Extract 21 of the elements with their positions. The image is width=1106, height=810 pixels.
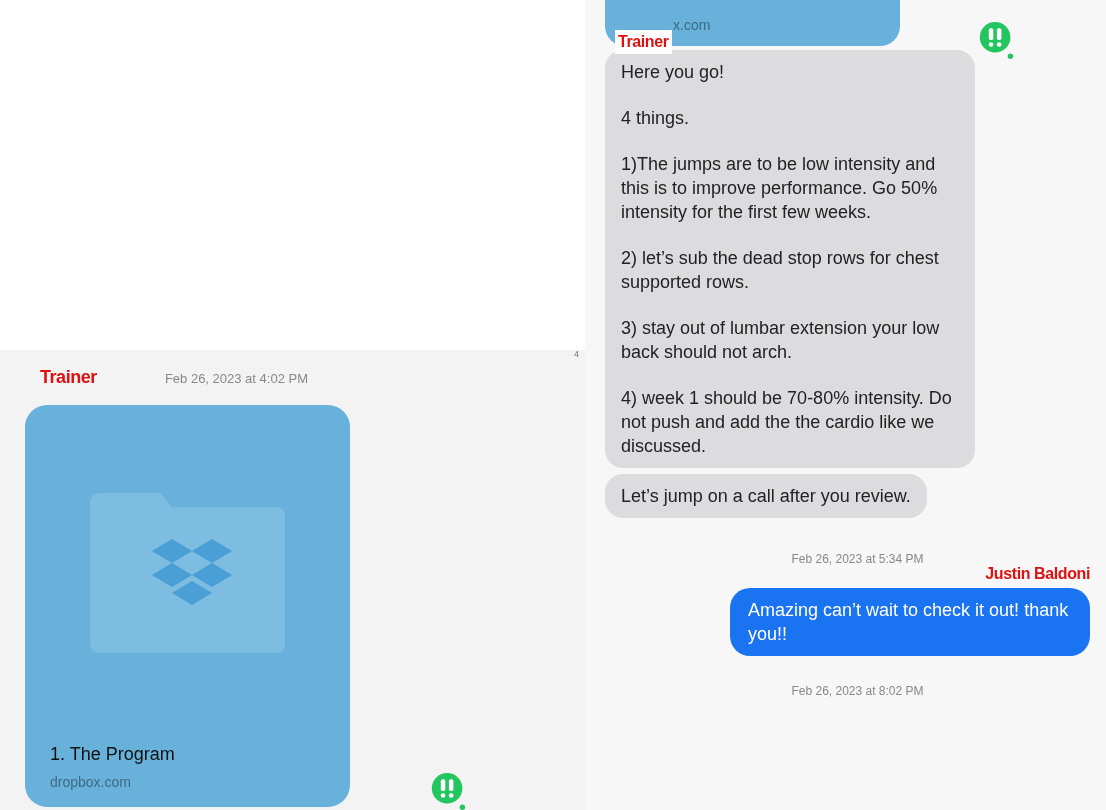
message-text: 3) stay out of lumbar extension your low back should not arch. [621,317,941,364]
message-text: 1)The jumps are to be low intensity and this is to improve performance. Go 50% intensity for the first few weeks. [621,153,939,224]
message-text: Here you go! [621,61,726,84]
folder-logo-icon [90,493,285,653]
exclamation-bubble-icon [978,20,1014,60]
timestamp: Feb 26, 2023 at 4:02 PM [164,370,308,388]
message-text: Amazing can’t wait to check it out! thank you!! [748,599,1070,646]
sender-label: Trainer [615,30,672,54]
message-text: 4) week 1 should be 70-80% intensity. Do not push and add the the cardio like we discussed. [621,387,953,458]
sender-label: Trainer [40,366,97,389]
message-text: 2) let’s sub the dead stop rows for chest supported rows. [621,247,940,294]
timestamp: Feb 26, 2023 at 8:02 PM [791,683,924,700]
page-mark: 4 [574,348,579,361]
link-card[interactable]: 1. The Program dropbox.com [25,405,350,807]
message-text: 4 things. [621,107,691,130]
timestamp: Feb 26, 2023 at 5:34 PM [791,551,924,568]
message-text: Let’s jump on a call after you review. [621,485,911,508]
link-domain: x.com [673,16,711,35]
link-title: 1. The Program [50,743,176,766]
link-domain: dropbox.com [50,773,132,792]
sender-label: Justin Baldoni [985,564,1090,584]
